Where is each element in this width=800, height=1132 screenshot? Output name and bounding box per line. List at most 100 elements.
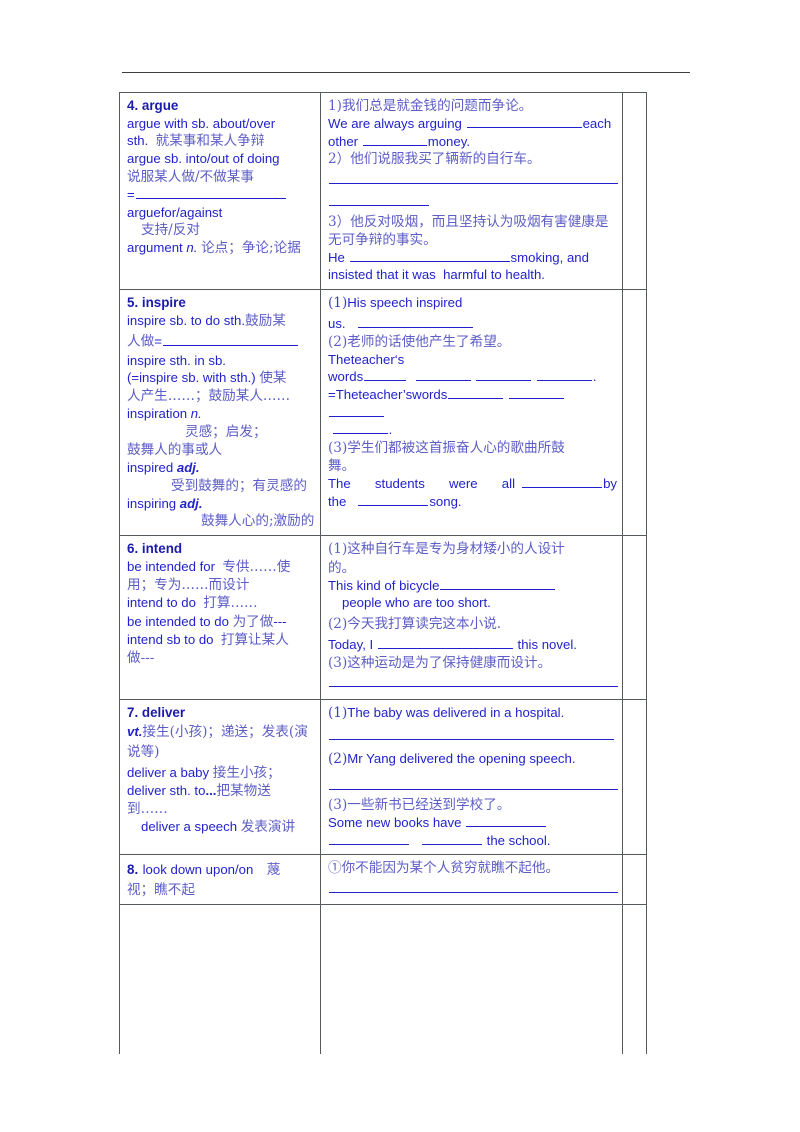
term-line: argue sb. into/out of doing	[127, 151, 280, 167]
term-gloss: 鼓舞人心的;激励的	[201, 513, 315, 530]
term-line: (=inspire sb. with sth.) 使某	[127, 370, 287, 387]
fill-blank[interactable]	[329, 169, 618, 185]
example-line: He smoking, and insisted that it was har…	[328, 249, 593, 283]
example-line: Some new books have	[328, 814, 617, 832]
notes-cell	[622, 854, 647, 906]
fill-blank[interactable]	[377, 636, 513, 650]
entry-heading: 6. intend	[127, 541, 183, 557]
fill-blank[interactable]	[332, 421, 388, 435]
fill-blank[interactable]	[522, 475, 603, 489]
fill-blank[interactable]	[329, 774, 618, 790]
example-cell-argue: 1)我们总是就金钱的问题而争论。 We are always arguing e…	[320, 92, 623, 290]
vocabulary-table: 4. argue argue with sb. about/over sth. …	[119, 92, 647, 1055]
example-line: the school.	[328, 832, 617, 850]
table-row: 8. look down upon/on 蔑 视；瞧不起 ①你不能因为某个人贫穷…	[119, 854, 647, 906]
term-line: be intended to do 为了做---	[127, 613, 287, 630]
fill-blank[interactable]	[440, 577, 556, 590]
term-line: intend to do 打算……	[127, 595, 258, 612]
example-line: The students were all by	[328, 475, 617, 492]
term-gloss: 说等)	[127, 743, 160, 760]
term-gloss: 就某事和某人争辩	[155, 133, 265, 150]
fill-blank[interactable]	[162, 330, 298, 346]
table-row: 4. argue argue with sb. about/over sth. …	[119, 92, 647, 290]
fill-blank[interactable]	[422, 832, 482, 845]
fill-blank[interactable]	[357, 315, 473, 329]
empty-example-cell	[320, 904, 623, 1055]
entry-heading: 5. inspire	[127, 294, 186, 310]
example-line: (3)学生们都被这首振奋人心的歌曲所鼓	[328, 440, 565, 457]
example-cell-intend: (1)这种自行车是专为身材矮小的人设计 的。 This kind of bicy…	[320, 535, 623, 700]
term-gloss: 做---	[127, 649, 155, 666]
fill-blank[interactable]	[358, 493, 429, 507]
example-line: 2）他们说服我买了辆新的自行车。	[328, 151, 541, 168]
term-gloss: 支持/反对	[141, 222, 200, 239]
term-line: vt.接生(小孩)；递送；发表(演	[127, 724, 308, 741]
example-line: the song.	[328, 493, 462, 510]
term-line: inspiration n.	[127, 406, 202, 422]
example-line: (1)His speech inspired	[328, 294, 463, 311]
term-line: deliver a speech 发表演讲	[141, 819, 296, 836]
fill-blank[interactable]	[135, 186, 286, 200]
example-line: 3）他反对吸烟，而且坚持认为吸烟有害健康是无可争辩的事实。	[328, 213, 609, 248]
fill-blank[interactable]	[329, 672, 618, 688]
term-gloss: 灵感；启发；	[185, 424, 267, 441]
fill-blank[interactable]	[466, 814, 547, 827]
fill-blank[interactable]	[349, 249, 510, 262]
example-line: Today, I this novel.	[328, 636, 577, 653]
term-line: inspired adj.	[127, 460, 200, 476]
example-line: Theteacher‘s	[328, 351, 405, 367]
example-line: 1)我们总是就金钱的问题而争论。	[328, 98, 533, 114]
term-line: inspire sb. to do sth.鼓励某	[127, 312, 286, 329]
fill-blank[interactable]	[448, 386, 504, 400]
empty-term-cell	[119, 904, 321, 1055]
term-cell-deliver: 7. deliver vt.接生(小孩)；递送；发表(演 说等) deliver…	[119, 698, 321, 856]
example-line: (2)Mr Yang delivered the opening speech.	[328, 750, 576, 767]
fill-blank[interactable]	[329, 877, 618, 894]
term-line: arguefor/against	[127, 204, 223, 220]
example-line: words .	[328, 368, 597, 385]
term-line: 8. look down upon/on 蔑	[127, 862, 281, 879]
fill-blank[interactable]	[364, 368, 407, 382]
empty-notes-cell	[622, 904, 647, 1055]
fill-blank[interactable]	[329, 191, 429, 207]
term-line-blank: =	[127, 186, 315, 204]
term-gloss: 到……	[127, 800, 168, 817]
term-line: inspiring adj.	[127, 495, 203, 511]
notes-cell	[622, 288, 647, 537]
term-gloss: 论点；争论;论据	[201, 240, 301, 257]
example-line: people who are too short.	[342, 595, 491, 611]
answer-blank-line	[328, 877, 618, 899]
fill-blank[interactable]	[362, 133, 427, 146]
fill-blank[interactable]	[329, 832, 409, 845]
answer-blank-line	[328, 672, 618, 694]
example-line: (1)这种自行车是专为身材矮小的人设计	[328, 541, 565, 558]
fill-blank[interactable]	[329, 404, 384, 417]
term-gloss: 说服某人做/不做某事	[127, 169, 254, 185]
fill-blank[interactable]	[415, 368, 471, 382]
term-cell-inspire: 5. inspire inspire sb. to do sth.鼓励某 人做=…	[119, 288, 321, 537]
term-gloss: 鼓舞人的事或人	[127, 442, 223, 459]
example-line: 的。	[328, 559, 356, 576]
fill-blank[interactable]	[509, 386, 565, 400]
term-line-blank: 人做=	[127, 330, 315, 352]
term-line: argue with sb. about/over	[127, 115, 276, 131]
term-line: intend sb to do 打算让某人	[127, 631, 289, 648]
term-cell-argue: 4. argue argue with sb. about/over sth. …	[119, 92, 321, 290]
equals-sign: =	[127, 187, 135, 203]
table-row: 7. deliver vt.接生(小孩)；递送；发表(演 说等) deliver…	[119, 698, 647, 856]
fill-blank[interactable]	[466, 115, 582, 129]
term-gloss: 用；专为……而设计	[127, 577, 250, 594]
term-line: deliver sth. to...把某物送	[127, 782, 271, 799]
entry-heading: 4. argue	[127, 98, 179, 113]
fill-blank[interactable]	[536, 368, 592, 382]
example-line: (2)老师的话使他产生了希望。	[328, 333, 511, 350]
term-gloss: 受到鼓舞的；有灵感的	[171, 477, 307, 494]
table-row: 6. intend be intended for 专供……使 用；专为……而设…	[119, 535, 647, 700]
example-cell-inspire: (1)His speech inspired us. (2)老师的话使他产生了希…	[320, 288, 623, 537]
fill-blank[interactable]	[476, 368, 532, 382]
example-line: (3)一些新书已经送到学校了。	[328, 796, 511, 813]
example-line: ①你不能因为某个人贫穷就瞧不起他。	[328, 860, 560, 877]
notes-cell	[622, 92, 647, 290]
term-line: be intended for 专供……使	[127, 559, 291, 576]
fill-blank[interactable]	[329, 725, 614, 741]
